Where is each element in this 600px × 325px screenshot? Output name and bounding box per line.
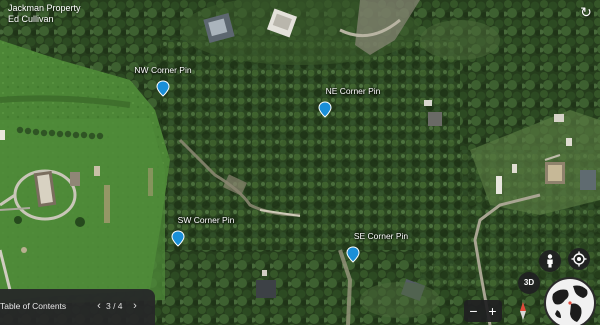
pin-label: SW Corner Pin xyxy=(177,215,235,225)
my-location-button[interactable] xyxy=(568,248,590,270)
person-icon xyxy=(547,254,553,268)
street-view-button[interactable] xyxy=(539,250,561,272)
pin-label: NE Corner Pin xyxy=(325,86,381,96)
previous-slide-button[interactable]: ‹ xyxy=(93,299,105,313)
zoom-controls: − + xyxy=(464,300,502,322)
map-pin-icon xyxy=(318,101,332,118)
pin-label: SE Corner Pin xyxy=(353,231,409,241)
toggle-3d-button[interactable]: 3D xyxy=(518,272,540,294)
satellite-map[interactable] xyxy=(0,0,600,325)
map-pin-icon xyxy=(171,230,185,247)
locate-icon xyxy=(571,251,587,267)
next-slide-button[interactable]: › xyxy=(129,299,141,313)
reset-view-icon[interactable]: ↻ xyxy=(578,4,594,20)
map-pin-icon xyxy=(156,80,170,97)
compass-icon[interactable] xyxy=(515,300,531,322)
slide-counter: 3 / 4 xyxy=(106,301,123,311)
pin-label: NW Corner Pin xyxy=(134,65,192,75)
table-of-contents-bar: Table of Contents ‹ 3 / 4 › xyxy=(0,289,155,325)
zoom-in-button[interactable]: + xyxy=(483,300,502,322)
map-title: Jackman Property xyxy=(8,3,81,13)
zoom-out-button[interactable]: − xyxy=(464,300,483,322)
map-author: Ed Cullivan xyxy=(8,14,54,24)
table-of-contents-button[interactable]: Table of Contents xyxy=(0,301,66,311)
map-title-block: Jackman Property Ed Cullivan xyxy=(8,3,81,25)
map-pin-icon xyxy=(346,246,360,263)
globe-icon[interactable] xyxy=(543,276,597,325)
map-viewer[interactable]: Jackman Property Ed Cullivan ↻ NW Corner… xyxy=(0,0,600,325)
